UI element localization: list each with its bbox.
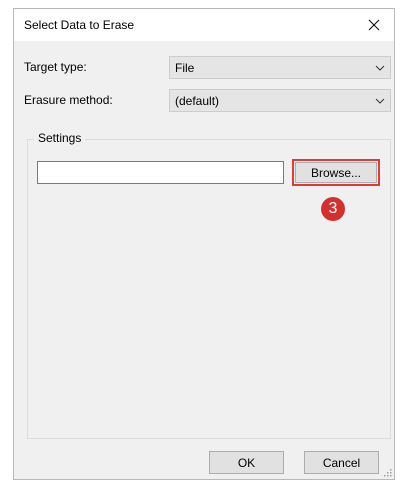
title-bar: Select Data to Erase bbox=[14, 9, 394, 41]
target-type-value: File bbox=[175, 61, 195, 75]
cancel-button[interactable]: Cancel bbox=[304, 451, 379, 474]
settings-group-title: Settings bbox=[34, 131, 86, 145]
close-icon bbox=[368, 19, 380, 31]
chevron-down-icon bbox=[375, 65, 385, 71]
browse-button[interactable]: Browse... bbox=[292, 159, 380, 186]
select-data-dialog: Select Data to Erase Target type: File E… bbox=[13, 8, 395, 480]
dialog-title: Select Data to Erase bbox=[24, 18, 135, 32]
chevron-down-icon bbox=[375, 98, 385, 104]
target-type-dropdown[interactable]: File bbox=[169, 56, 391, 79]
close-button[interactable] bbox=[354, 9, 394, 41]
ok-button[interactable]: OK bbox=[209, 451, 284, 474]
resize-grip-icon[interactable] bbox=[382, 467, 392, 477]
file-path-input[interactable] bbox=[37, 161, 284, 184]
erasure-method-value: (default) bbox=[175, 94, 220, 108]
erasure-method-label: Erasure method: bbox=[24, 93, 113, 107]
browse-button-label: Browse... bbox=[295, 162, 377, 183]
erasure-method-dropdown[interactable]: (default) bbox=[169, 89, 391, 112]
target-type-label: Target type: bbox=[24, 60, 87, 74]
step-number-badge: 3 bbox=[321, 197, 345, 221]
